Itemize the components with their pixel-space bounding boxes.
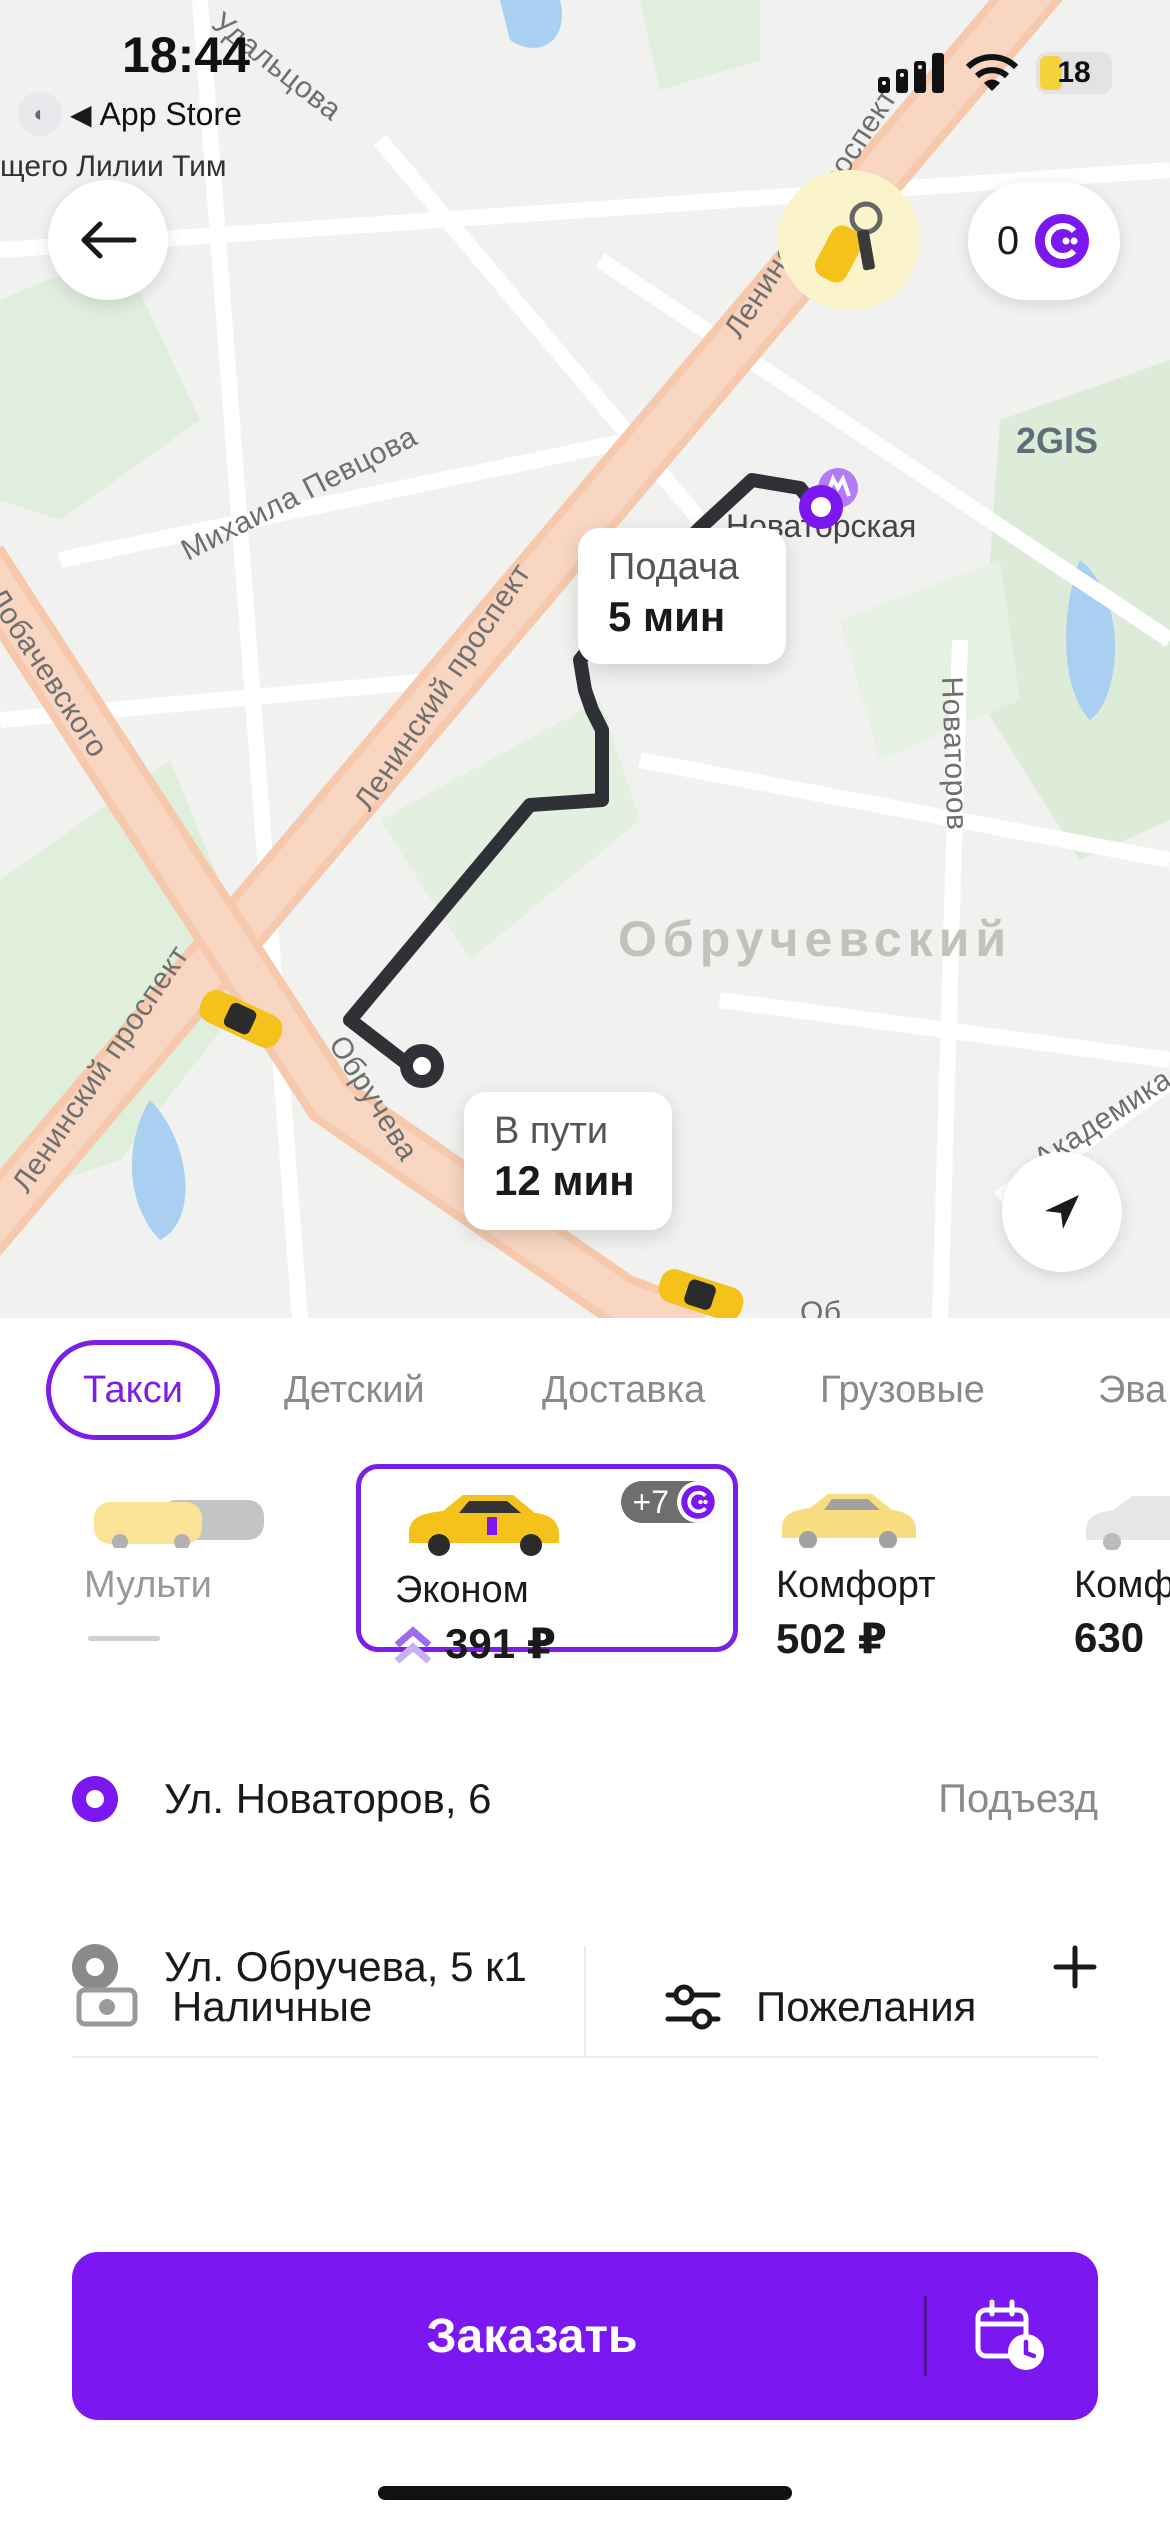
wishes-button[interactable]: Пожелания — [664, 1962, 976, 2052]
tariff-name: Эконом — [395, 1569, 529, 1611]
pickup-point-icon — [72, 1776, 118, 1822]
tariff-name: Комфорт — [776, 1564, 936, 1606]
district-label: Обручевский — [618, 911, 1013, 967]
tab-cargo[interactable]: Грузовые — [820, 1340, 985, 1440]
pickup-eta-value: 5 мин — [608, 593, 726, 640]
back-app-label: App Store — [99, 95, 242, 132]
coin-icon — [1035, 214, 1090, 268]
tab-taxi[interactable]: Такси — [46, 1340, 220, 1440]
trip-duration-value: 12 мин — [494, 1157, 635, 1204]
settings-sliders-icon — [665, 1984, 721, 2030]
tariff-underline — [88, 1636, 160, 1641]
cash-icon — [76, 1987, 138, 2027]
surge-chevron-icon — [394, 1626, 432, 1664]
battery-level: 18 — [1057, 56, 1091, 89]
back-to-app-link[interactable]: ◐ ◀ App Store — [18, 92, 242, 136]
order-button-label: Заказать — [426, 2309, 638, 2363]
street-label-ob: Об — [800, 1296, 842, 1320]
tariff-name: Мульти — [84, 1564, 212, 1606]
destination-pin-icon[interactable] — [396, 1040, 448, 1100]
map-view[interactable]: щего Лилии Тим Удальцова Ленинский просп… — [0, 0, 1170, 1320]
tab-delivery[interactable]: Доставка — [542, 1340, 705, 1440]
coin-icon — [677, 1481, 719, 1523]
points-balance-button[interactable]: 0 — [968, 182, 1120, 300]
pickup-eta-bubble: Подача 5 мин — [578, 528, 786, 664]
tariff-comfort-plus[interactable]: Комф 630 — [1074, 1464, 1170, 1652]
tariff-price: 502 ₽ — [776, 1615, 887, 1662]
home-indicator — [378, 2486, 792, 2500]
tariff-price: 391 ₽ — [445, 1620, 556, 1667]
car-keys-button[interactable] — [778, 170, 920, 310]
multi-cars-icon — [94, 1500, 264, 1548]
service-tabs: Такси Детский Доставка Грузовые Эва — [0, 1340, 1170, 1440]
pickup-pin-icon[interactable] — [796, 482, 846, 532]
pickup-address: Ул. Новаторов, 6 — [164, 1775, 492, 1822]
tariff-econom[interactable]: +7 Эконом 391 ₽ — [356, 1464, 738, 1667]
points-balance-value: 0 — [996, 218, 1020, 263]
comfort-plus-car-icon — [1086, 1496, 1170, 1550]
status-icons: 18 — [878, 52, 1112, 94]
2gis-logo: 2GIS — [1016, 420, 1099, 461]
cashback-value: +7 — [632, 1483, 669, 1520]
tariff-name: Комф — [1074, 1564, 1170, 1606]
tariff-comfort[interactable]: Комфорт 502 ₽ — [776, 1464, 1006, 1662]
wishes-label: Пожелания — [756, 1983, 977, 2030]
payment-method-button[interactable]: Наличные — [76, 1962, 372, 2052]
pickup-eta-label: Подача — [608, 546, 740, 588]
navigation-arrow-icon — [1045, 1195, 1079, 1229]
map-label-truncated: щего Лилии Тим — [0, 150, 227, 183]
econom-car-icon — [409, 1495, 559, 1556]
trip-duration-label: В пути — [494, 1110, 609, 1152]
tariff-price: 630 — [1074, 1614, 1145, 1652]
car-keys-icon — [815, 201, 883, 283]
app-icon: ◐ — [18, 92, 62, 136]
pickup-address-row[interactable]: Ул. Новаторов, 6 Подъезд — [72, 1754, 1098, 1844]
my-location-button[interactable] — [1002, 1152, 1122, 1272]
divider — [72, 2056, 1098, 2058]
order-button-separator — [924, 2296, 927, 2376]
cellular-signal-icon — [878, 53, 944, 93]
status-time: 18:44 — [122, 27, 250, 83]
trip-duration-bubble: В пути 12 мин — [464, 1092, 672, 1230]
battery-indicator: 18 — [1036, 52, 1112, 94]
entrance-button[interactable]: Подъезд — [938, 1777, 1098, 1822]
tariff-multi[interactable]: Мульти — [70, 1464, 300, 1652]
back-triangle-icon: ◀ — [70, 98, 92, 130]
cashback-badge: +7 — [620, 1481, 719, 1523]
payment-method-label: Наличные — [172, 1983, 373, 2030]
tab-evacuator[interactable]: Эва — [1098, 1340, 1166, 1440]
wifi-icon — [966, 54, 1018, 91]
schedule-calendar-icon[interactable] — [970, 2296, 1050, 2376]
street-label-novatorov: Новаторов — [935, 676, 974, 831]
comfort-car-icon — [782, 1494, 916, 1548]
order-button[interactable]: Заказать — [72, 2252, 1098, 2420]
tab-kids[interactable]: Детский — [284, 1340, 425, 1440]
payment-divider — [584, 1946, 586, 2056]
arrow-left-icon — [81, 221, 137, 259]
back-button[interactable] — [48, 180, 168, 300]
